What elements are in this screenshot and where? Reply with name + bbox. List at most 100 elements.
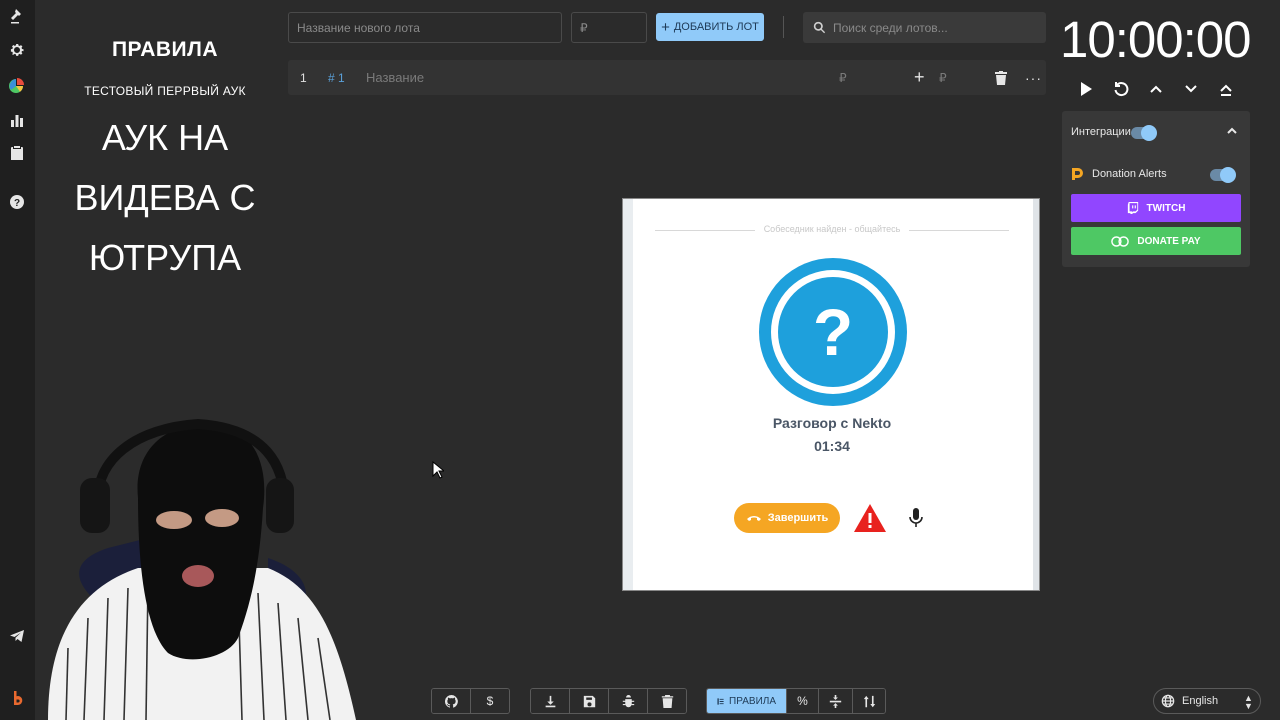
svg-text:?: ?: [813, 295, 853, 369]
lot-index: 1: [300, 70, 307, 85]
timer-controls: [1070, 78, 1240, 100]
plus-icon: +: [661, 18, 670, 36]
lot-name-field[interactable]: Название: [366, 60, 424, 95]
timer-display: 10:00:00: [1060, 11, 1252, 68]
conversation-label: Разговор с Nekto: [772, 415, 892, 431]
github-icon: [444, 694, 458, 708]
play-button[interactable]: [1075, 78, 1097, 100]
rules-text: АУК НА ВИДЕВА С ЮТРУПА: [40, 108, 290, 288]
percent-button[interactable]: %: [787, 689, 819, 713]
help-icon[interactable]: ?: [7, 192, 27, 212]
lot-add-amount-field[interactable]: ₽: [939, 60, 947, 95]
sort-icon: [863, 695, 875, 707]
twitch-button[interactable]: TWITCH: [1071, 194, 1241, 222]
window-edge: [1033, 199, 1039, 590]
integrations-toggle[interactable]: [1131, 125, 1157, 141]
microphone-icon[interactable]: [908, 507, 924, 529]
rules-title: ПРАВИЛА: [111, 38, 219, 61]
clipboard-icon[interactable]: [7, 143, 27, 163]
mouse-cursor-icon: [432, 461, 444, 479]
github-button[interactable]: [432, 689, 471, 713]
play-icon: [1081, 82, 1092, 96]
gavel-icon[interactable]: [7, 6, 27, 26]
globe-icon: [1161, 694, 1175, 708]
chevron-up-icon: [1150, 85, 1162, 93]
eject-icon: [1220, 84, 1232, 96]
reset-icon: [1114, 82, 1129, 97]
donation-alerts-icon: [1072, 168, 1083, 180]
integrations-label: Интеграции: [1071, 126, 1131, 138]
twitch-label: TWITCH: [1146, 202, 1186, 214]
search-input[interactable]: [831, 12, 1041, 43]
new-lot-price-input[interactable]: [571, 12, 647, 43]
reset-button[interactable]: [1110, 78, 1132, 100]
new-lot-name-input[interactable]: [288, 12, 562, 43]
integrations-panel: Интеграции Donation Alerts TWITCH DONATE…: [1062, 111, 1250, 267]
rules-panel: ПРАВИЛА ТЕСТОВЫЙ ПЕРРВЫЙ АУК АУК НА ВИДЕ…: [40, 28, 290, 288]
phone-hangup-icon: [746, 516, 761, 521]
toolbar-group-view: ПРАВИЛА %: [706, 688, 886, 714]
gear-icon[interactable]: [7, 40, 27, 60]
donation-alerts-label: Donation Alerts: [1092, 168, 1167, 180]
add-lot-label: ДОБАВИТЬ ЛОТ: [673, 21, 759, 33]
lot-row: 1 # 1 Название ₽ + ₽ ···: [288, 60, 1046, 95]
rules-icon: [717, 697, 724, 705]
decrease-button[interactable]: [1180, 78, 1202, 100]
delete-lot-button[interactable]: [995, 60, 1007, 95]
donatepay-icon: [1111, 235, 1130, 247]
compress-icon: [829, 694, 842, 708]
sort-button[interactable]: [853, 689, 885, 713]
toolbar-group-links: $: [431, 688, 510, 714]
lot-price-field[interactable]: ₽: [839, 60, 847, 95]
donation-alerts-toggle[interactable]: [1210, 167, 1236, 183]
unknown-user-avatar-icon: ?: [759, 258, 907, 406]
search-icon: [813, 21, 826, 34]
collapse-button[interactable]: [1215, 78, 1237, 100]
select-arrows-icon: ▲ ▼: [1244, 693, 1253, 711]
donatepay-button[interactable]: DONATE PAY: [1071, 227, 1241, 255]
language-select[interactable]: English ▲ ▼: [1153, 688, 1261, 714]
bug-icon: [622, 694, 634, 707]
report-bug-button[interactable]: [609, 689, 648, 713]
divider: [783, 16, 784, 38]
integrations-collapse-button[interactable]: [1226, 124, 1240, 138]
sidebar: ?: [0, 0, 35, 720]
lot-id[interactable]: # 1: [328, 60, 345, 95]
download-button[interactable]: [531, 689, 570, 713]
increase-button[interactable]: [1145, 78, 1167, 100]
clear-button[interactable]: [648, 689, 686, 713]
end-call-label: Завершить: [767, 512, 829, 524]
svg-text:?: ?: [14, 198, 20, 209]
rules-line: ВИДЕВА С: [74, 177, 256, 218]
rules-line: АУК НА: [101, 117, 229, 158]
toolbar-group-files: [530, 688, 687, 714]
search-box[interactable]: [803, 12, 1046, 43]
telegram-icon[interactable]: [7, 626, 27, 646]
webcam-overlay: [38, 418, 356, 720]
save-icon: [583, 695, 595, 707]
bar-chart-icon[interactable]: [7, 110, 27, 130]
add-amount-button[interactable]: +: [914, 60, 925, 95]
chevron-up-icon: [1227, 127, 1237, 134]
twitch-icon: [1127, 202, 1138, 214]
brand-logo-icon[interactable]: [7, 688, 27, 708]
compact-view-button[interactable]: [819, 689, 853, 713]
rules-toggle-button[interactable]: ПРАВИЛА: [707, 689, 787, 713]
rules-line: ЮТРУПА: [88, 237, 242, 278]
add-lot-button[interactable]: + ДОБАВИТЬ ЛОТ: [656, 13, 764, 41]
donatepay-label: DONATE PAY: [1137, 235, 1201, 247]
call-timer: 01:34: [814, 438, 850, 454]
trash-icon: [995, 70, 1007, 85]
nekto-window: Собеседник найден - общайтесь ? Разговор…: [622, 198, 1040, 591]
pie-chart-icon[interactable]: [7, 75, 27, 95]
download-icon: [545, 695, 555, 707]
report-warning-icon[interactable]: [853, 503, 887, 533]
chevron-down-icon: [1185, 85, 1197, 93]
save-button[interactable]: [570, 689, 609, 713]
donate-button[interactable]: $: [471, 689, 509, 713]
window-edge: [623, 199, 633, 590]
rules-toggle-label: ПРАВИЛА: [729, 695, 776, 707]
end-call-button[interactable]: Завершить: [734, 503, 840, 533]
more-options-button[interactable]: ···: [1025, 60, 1042, 95]
trash-icon: [661, 694, 673, 708]
